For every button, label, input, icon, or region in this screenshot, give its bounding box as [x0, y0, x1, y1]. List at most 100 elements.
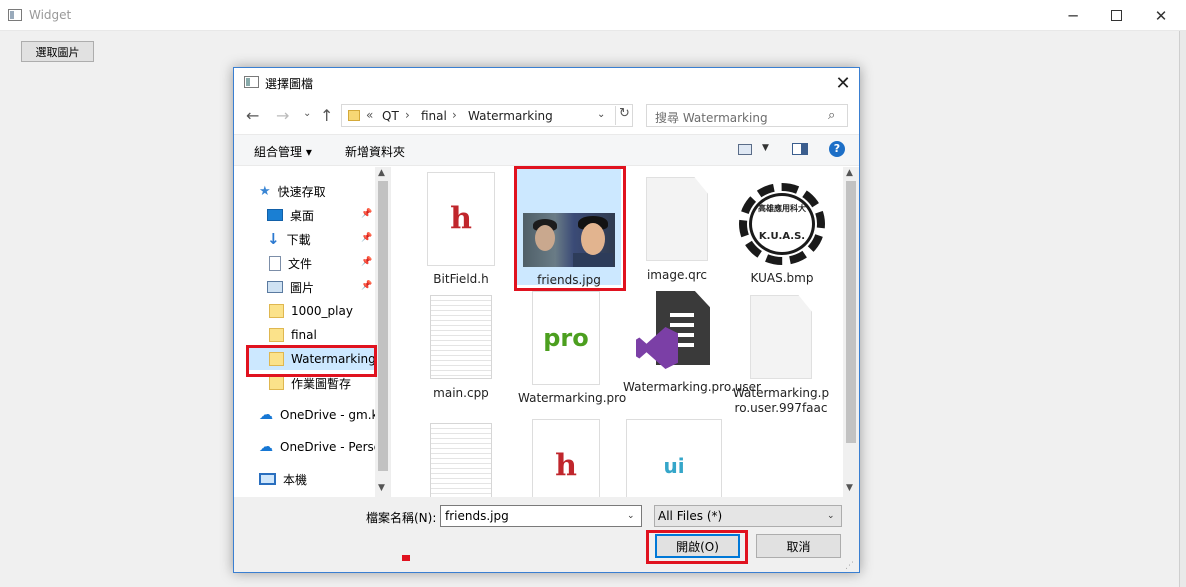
- refresh-icon[interactable]: ↻: [615, 106, 633, 125]
- ui-glyph: ui: [663, 454, 685, 478]
- file-item-bitfield-h[interactable]: h BitField.h: [413, 172, 509, 287]
- address-segment-watermarking[interactable]: Watermarking: [468, 109, 553, 123]
- minimize-button[interactable]: ─: [1050, 0, 1096, 31]
- scroll-thumb[interactable]: [846, 181, 856, 443]
- nav-item-onedrive-school[interactable]: ☁ OneDrive - gm.kuas.edu.tw: [259, 404, 375, 426]
- open-button[interactable]: 開啟(O): [655, 534, 740, 558]
- window-titlebar: Widget ─ ✕: [0, 0, 1186, 31]
- address-segment-final[interactable]: final: [421, 109, 447, 123]
- chevron-down-icon[interactable]: ⌄: [627, 511, 635, 521]
- text-file-icon: [430, 423, 492, 497]
- file-item-row3-1[interactable]: [413, 423, 509, 497]
- file-item-watermarking-pro-user[interactable]: Watermarking.pro.user: [623, 291, 761, 395]
- pin-icon: 📌: [361, 257, 373, 267]
- file-name: Watermarking.pro: [518, 391, 627, 405]
- h-glyph: h: [450, 201, 472, 237]
- file-item-image-qrc[interactable]: image.qrc: [629, 177, 725, 283]
- nav-item-label: 快速存取: [277, 184, 326, 199]
- filename-value: friends.jpg: [445, 509, 509, 523]
- file-item-watermarking-pro-user-997faac[interactable]: Watermarking.pro.user.997faac: [731, 295, 831, 416]
- nav-item-onedrive-personal[interactable]: ☁ OneDrive - Personal: [259, 436, 375, 458]
- scroll-up-icon[interactable]: ▲: [846, 168, 853, 178]
- help-icon[interactable]: ?: [829, 141, 845, 157]
- qt-pro-file-icon: pro: [532, 291, 600, 385]
- file-item-watermarking-pro[interactable]: pro Watermarking.pro: [518, 291, 627, 406]
- file-list-scrollbar[interactable]: ▲ ▼: [843, 167, 859, 497]
- close-icon: ✕: [835, 72, 851, 94]
- new-folder-button[interactable]: 新增資料夾: [345, 143, 405, 160]
- folder-icon: [269, 352, 284, 366]
- header-file-icon: h: [427, 172, 495, 266]
- scroll-down-icon[interactable]: ▼: [378, 483, 385, 493]
- filename-input[interactable]: friends.jpg ⌄: [440, 505, 642, 527]
- up-button[interactable]: ↑: [320, 106, 333, 125]
- chevron-down-icon[interactable]: ⌄: [597, 109, 605, 120]
- chevron-right-icon: ›: [452, 108, 457, 122]
- select-image-button[interactable]: 選取圖片: [21, 41, 94, 62]
- folder-icon: [269, 304, 284, 318]
- resize-grip-icon[interactable]: ⋰: [845, 561, 854, 571]
- nav-item-label: 圖片: [290, 280, 315, 295]
- close-icon: ✕: [1154, 6, 1168, 25]
- recent-locations-button[interactable]: ⌄: [303, 108, 311, 119]
- file-item-friends-jpg[interactable]: friends.jpg: [517, 169, 621, 287]
- generic-file-icon: [750, 295, 812, 379]
- maximize-button[interactable]: [1093, 0, 1139, 31]
- scroll-down-icon[interactable]: ▼: [846, 483, 853, 493]
- pin-icon: 📌: [361, 281, 373, 291]
- navigation-pane: ★ 快速存取 桌面 📌 ↓ 下載 📌 文件 📌 圖片 📌 1000_play final W…: [234, 167, 390, 497]
- file-name: BitField.h: [433, 272, 489, 286]
- organize-menu[interactable]: 組合管理 ▾: [254, 143, 312, 160]
- folder-icon: [269, 376, 284, 390]
- search-icon: ⌕: [828, 108, 836, 123]
- header-file-icon: h: [532, 419, 600, 497]
- dialog-footer: 檔案名稱(N): friends.jpg ⌄ All Files (*) ⌄ 開…: [234, 497, 859, 572]
- chevron-down-icon: ⌄: [827, 511, 835, 521]
- nav-item-label: 本機: [283, 472, 308, 487]
- nav-item-label: 作業圖暫存: [291, 376, 352, 391]
- nav-item-label: final: [291, 328, 317, 342]
- scroll-up-icon[interactable]: ▲: [378, 168, 385, 178]
- dialog-toolbar: 組合管理 ▾ 新增資料夾 ▼ ?: [234, 134, 859, 166]
- file-item-kuas-bmp[interactable]: 高雄應用科大 K.U.A.S. KUAS.bmp: [734, 181, 830, 286]
- view-dropdown-icon[interactable]: ▼: [762, 143, 769, 153]
- nav-item-watermarking[interactable]: Watermarking: [247, 348, 375, 370]
- highlight-mark: [402, 555, 410, 561]
- nav-item-label: 桌面: [290, 208, 315, 223]
- nav-item-label: 下載: [286, 232, 311, 247]
- photo-thumbnail: [523, 169, 615, 267]
- file-item-row3-2[interactable]: h: [518, 419, 614, 497]
- search-input[interactable]: 搜尋 Watermarking ⌕: [646, 104, 848, 127]
- filetype-select[interactable]: All Files (*) ⌄: [654, 505, 842, 527]
- file-name: friends.jpg: [537, 273, 601, 287]
- address-segment-qt[interactable]: QT: [382, 109, 399, 123]
- nav-scrollbar[interactable]: ▲ ▼: [375, 167, 390, 497]
- desktop-icon: [267, 209, 283, 221]
- search-placeholder: 搜尋 Watermarking: [655, 111, 768, 125]
- close-button[interactable]: ✕: [1138, 0, 1184, 31]
- view-icon[interactable]: [738, 144, 752, 155]
- scroll-thumb[interactable]: [378, 181, 388, 471]
- dialog-titlebar: 選擇圖檔 ✕: [234, 68, 859, 97]
- document-icon: [269, 255, 281, 271]
- nav-item-label: 1000_play: [291, 304, 353, 318]
- file-name: Watermarking.pro.user: [623, 380, 761, 394]
- cancel-button[interactable]: 取消: [756, 534, 841, 558]
- dialog-app-icon: [244, 76, 259, 88]
- forward-button[interactable]: →: [276, 106, 289, 125]
- file-name: image.qrc: [646, 268, 708, 282]
- preview-pane-icon[interactable]: [792, 143, 808, 155]
- dialog-title: 選擇圖檔: [265, 77, 314, 91]
- address-bar[interactable]: « QT › final › Watermarking ⌄ ↻: [341, 104, 633, 127]
- filename-label: 檔案名稱(N):: [366, 511, 437, 525]
- window-title: Widget: [29, 8, 72, 22]
- text-file-icon: [430, 295, 492, 379]
- file-name: Watermarking.pro.user.997faac: [732, 386, 830, 415]
- dialog-close-button[interactable]: ✕: [830, 71, 856, 95]
- address-overflow[interactable]: «: [366, 108, 373, 122]
- file-item-row3-3[interactable]: ui: [626, 419, 722, 497]
- nav-item-label: 文件: [288, 256, 313, 271]
- back-button[interactable]: ←: [246, 106, 259, 125]
- h-glyph: h: [555, 448, 577, 484]
- file-item-main-cpp[interactable]: main.cpp: [413, 295, 509, 401]
